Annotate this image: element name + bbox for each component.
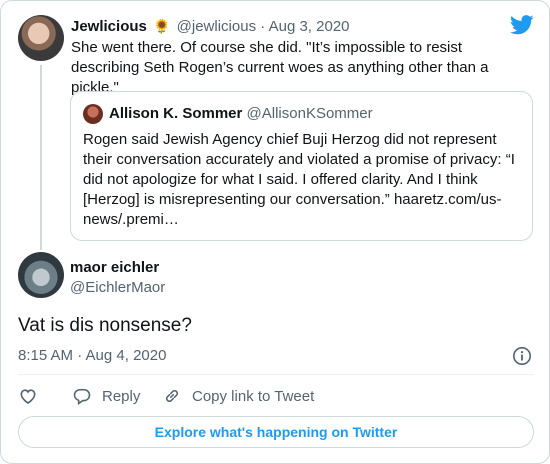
thread-line: [40, 65, 42, 250]
like-button[interactable]: [18, 385, 38, 407]
actions-divider: [18, 374, 534, 375]
explore-twitter-button[interactable]: Explore what's happening on Twitter: [18, 416, 534, 448]
parent-handle[interactable]: @jewlicious: [177, 18, 256, 35]
author-handle[interactable]: @EichlerMaor: [70, 279, 165, 297]
tweet-embed-card: Jewlicious 🌻 @jewlicious · Aug 3, 2020 S…: [0, 0, 550, 464]
header-separator: ·: [260, 18, 266, 35]
quoted-tweet-text: Rogen said Jewish Agency chief Buji Herz…: [83, 131, 515, 228]
info-icon[interactable]: [512, 346, 532, 366]
parent-header: Jewlicious 🌻 @jewlicious · Aug 3, 2020: [71, 17, 350, 36]
quoted-handle: @AllisonKSommer: [246, 105, 373, 122]
link-icon: [165, 389, 179, 403]
quoted-header: Allison K. Sommer @AllisonKSommer: [109, 105, 373, 123]
quoted-display-name: Allison K. Sommer: [109, 105, 243, 122]
author-display-name[interactable]: maor eichler: [70, 259, 159, 277]
quoted-tweet[interactable]: Allison K. Sommer @AllisonKSommer Rogen …: [70, 91, 533, 241]
parent-avatar[interactable]: [18, 15, 64, 61]
author-avatar[interactable]: [18, 252, 64, 298]
parent-tweet-text: She went there. Of course she did. "It’s…: [71, 39, 489, 96]
parent-display-name[interactable]: Jewlicious: [71, 18, 147, 35]
reply-button[interactable]: Reply: [72, 385, 140, 407]
parent-date[interactable]: Aug 3, 2020: [269, 18, 350, 35]
copy-link-label: Copy link to Tweet: [192, 387, 315, 405]
tweet-timestamp[interactable]: 8:15 AM · Aug 4, 2020: [18, 347, 166, 365]
quoted-avatar: [83, 104, 103, 124]
tweet-actions: Reply Copy link to Tweet: [18, 385, 534, 407]
tweet-text: Vat is dis nonsense?: [18, 315, 192, 336]
copy-link-button[interactable]: Copy link to Tweet: [162, 385, 314, 407]
reply-icon: [73, 388, 91, 406]
heart-icon: [20, 389, 36, 405]
twitter-logo-icon[interactable]: [510, 15, 534, 35]
sunflower-emoji: 🌻: [153, 18, 171, 34]
reply-label: Reply: [102, 387, 141, 405]
